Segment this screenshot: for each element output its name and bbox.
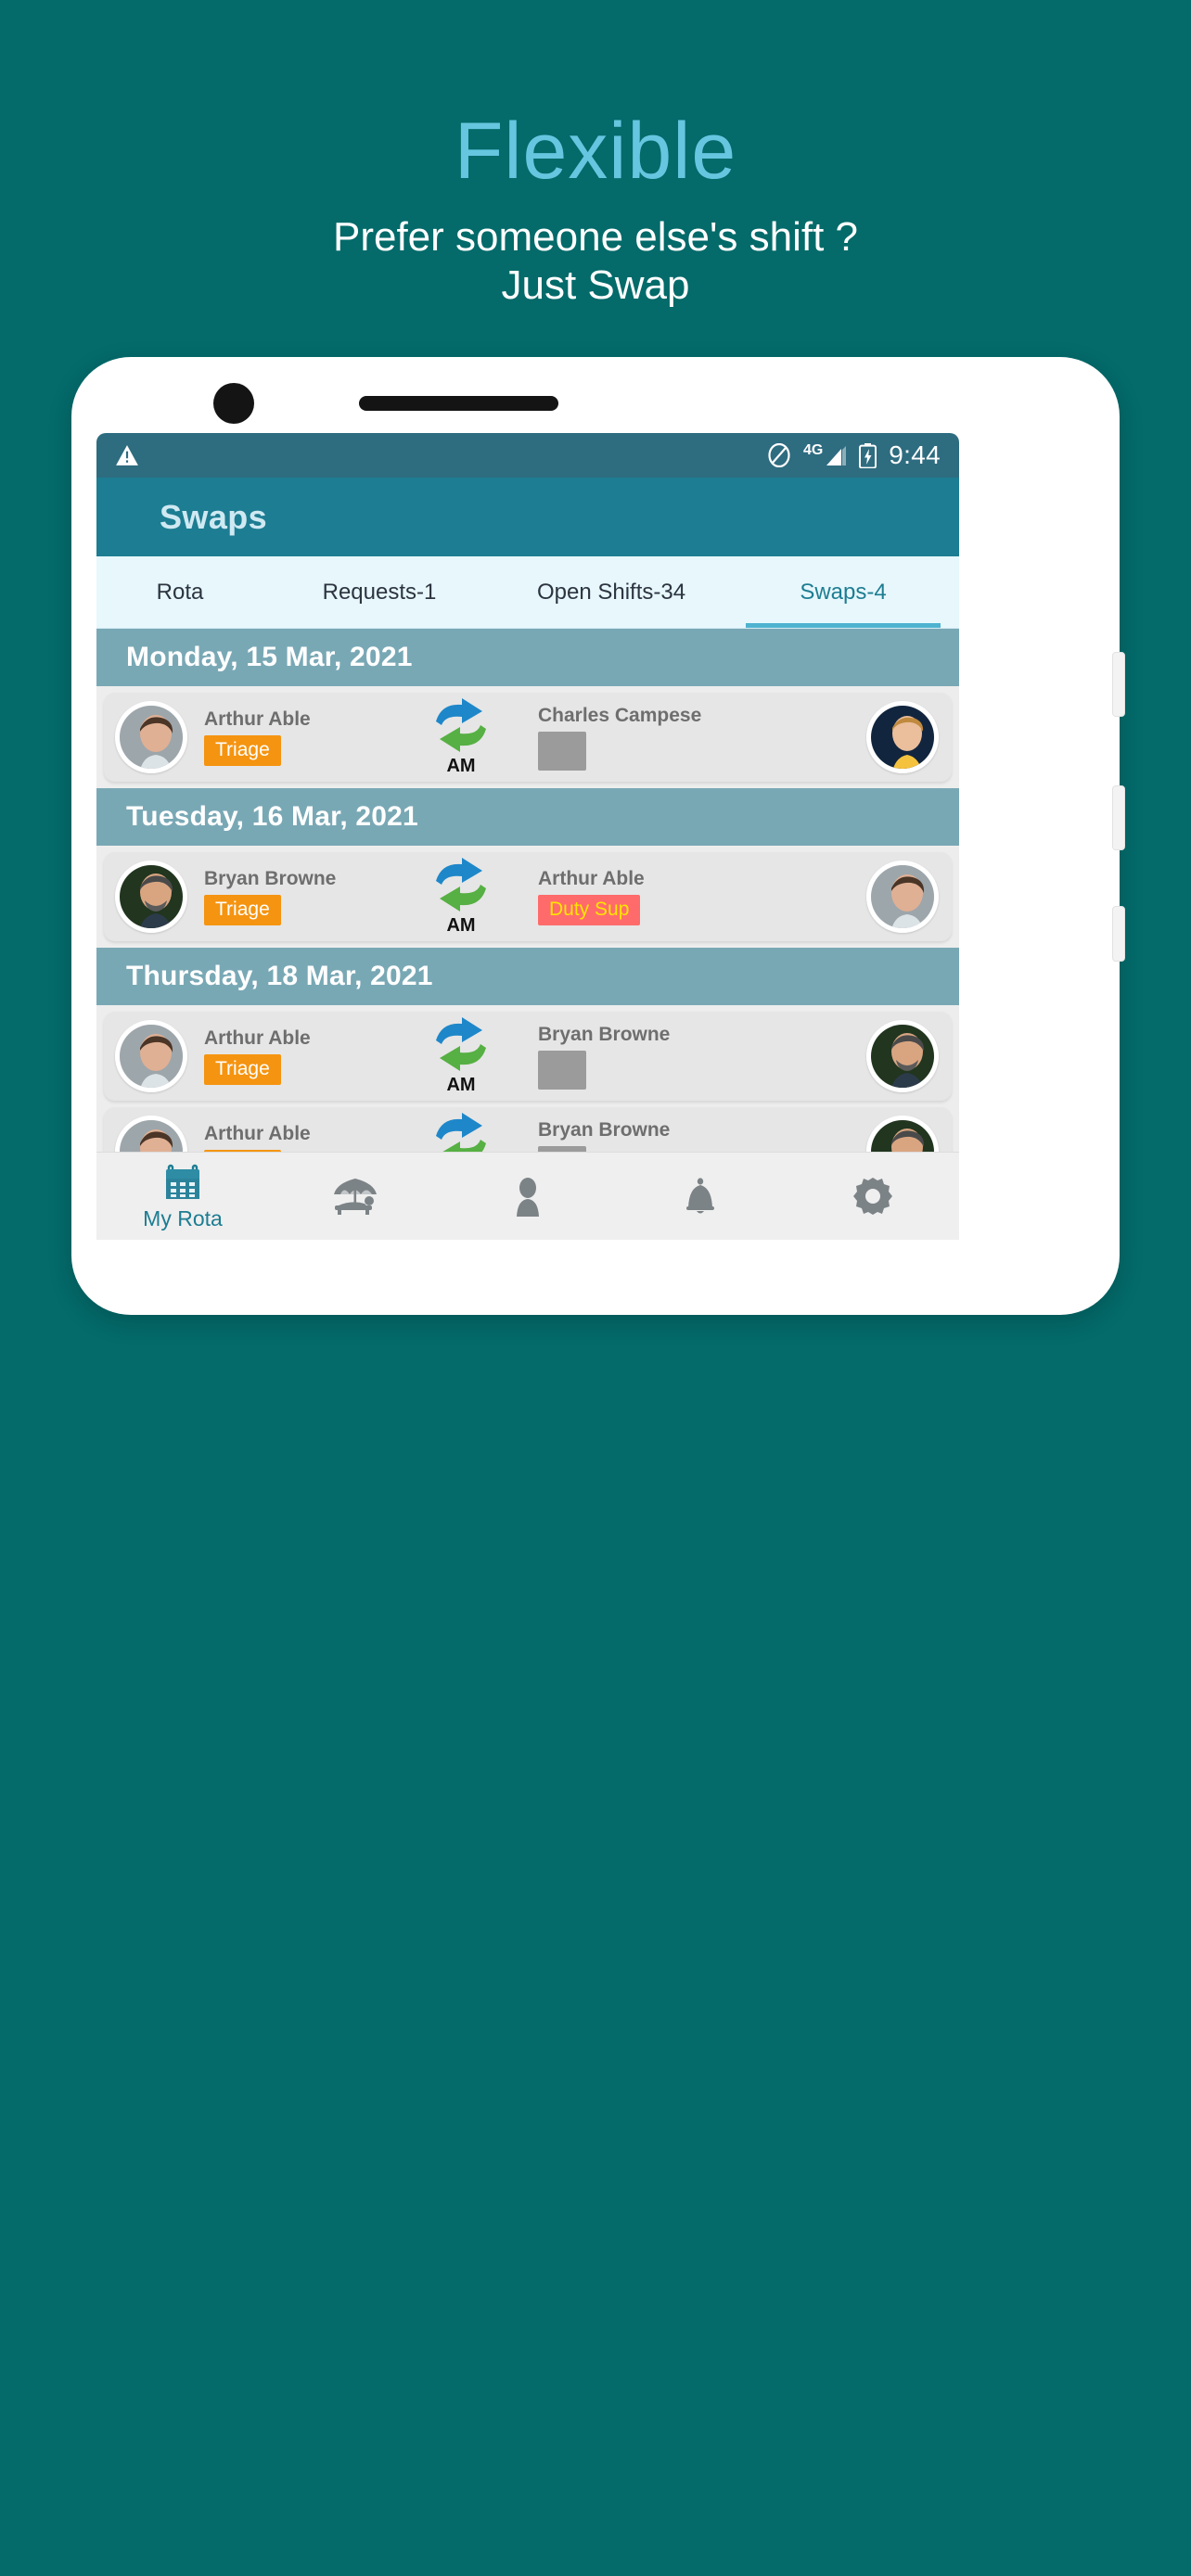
swap-from-person: Bryan Browne Triage — [187, 868, 401, 925]
swap-to-person: Bryan Browne — [521, 1024, 735, 1090]
device-side-button-volume-up[interactable] — [1112, 652, 1125, 717]
avatar — [115, 1020, 187, 1092]
nav-item-leave[interactable] — [269, 1176, 442, 1217]
swap-indicator: AM — [401, 1016, 521, 1096]
nav-item-my-rota-label: My Rota — [143, 1206, 223, 1231]
warning-triangle-icon — [116, 445, 138, 465]
date-header: Thursday, 18 Mar, 2021 — [96, 948, 959, 1005]
avatar — [866, 701, 939, 773]
shift-badge: Triage — [204, 735, 281, 766]
date-header: Tuesday, 16 Mar, 2021 — [96, 788, 959, 846]
tab-requests[interactable]: Requests-1 — [263, 556, 495, 628]
promo-subtitle-line1: Prefer someone else's shift ? — [332, 214, 858, 261]
status-bar: 4G 9:44 — [96, 433, 959, 478]
app-bar-title: Swaps — [160, 497, 268, 536]
network-signal: 4G — [803, 443, 847, 467]
beach-umbrella-icon — [334, 1179, 377, 1215]
shift-period-label: AM — [446, 915, 476, 936]
table-row[interactable]: Arthur Able Triage AM Charles Campese — [104, 693, 952, 782]
shift-badge: Triage — [204, 895, 281, 925]
table-row[interactable]: Arthur Able Triage AM Bryan Browne — [104, 1012, 952, 1101]
status-bar-left — [115, 444, 767, 466]
shift-badge — [538, 1050, 586, 1090]
shift-period-label: AM — [446, 1075, 476, 1095]
tab-open-shifts[interactable]: Open Shifts-34 — [495, 556, 727, 628]
device-side-button-volume-down[interactable] — [1112, 785, 1125, 850]
gear-icon — [853, 1178, 892, 1215]
phone-top-bezel — [71, 357, 1120, 433]
swaps-list: Monday, 15 Mar, 2021 Arthur Able Triage … — [96, 629, 959, 1196]
avatar — [866, 861, 939, 933]
person-name: Charles Campese — [538, 704, 702, 726]
promo-subtitle: Prefer someone else's shift ? Just Swap — [0, 213, 1191, 310]
person-name: Arthur Able — [204, 1027, 311, 1050]
person-name: Bryan Browne — [538, 1118, 671, 1141]
nav-item-notifications[interactable] — [614, 1176, 787, 1217]
avatar — [115, 861, 187, 933]
tab-bar[interactable]: Rota Requests-1 Open Shifts-34 Swaps-4 — [96, 556, 959, 629]
person-icon — [517, 1178, 539, 1217]
nav-item-my-rota[interactable]: My Rota — [96, 1161, 269, 1231]
shift-badge: Duty Sup — [538, 895, 641, 925]
swap-arrows-icon — [436, 698, 486, 752]
status-bar-clock: 9:44 — [889, 440, 941, 469]
battery-charging-icon — [859, 442, 877, 468]
shift-period-label: AM — [446, 756, 476, 776]
promo-subtitle-line2: Just Swap — [501, 262, 690, 309]
tab-rota[interactable]: Rota — [96, 556, 263, 628]
front-camera-icon — [213, 383, 254, 424]
promo-title: Flexible — [454, 107, 737, 196]
app-bar: Swaps — [96, 478, 959, 556]
person-name: Arthur Able — [538, 868, 645, 890]
date-header: Monday, 15 Mar, 2021 — [96, 629, 959, 686]
signal-bars-icon — [826, 446, 847, 465]
tab-swaps-label: Swaps-4 — [800, 579, 887, 605]
status-bar-right: 4G 9:44 — [767, 440, 941, 470]
swap-from-person: Arthur Able Triage — [187, 1027, 401, 1085]
tab-rota-label: Rota — [156, 579, 204, 605]
tab-swaps[interactable]: Swaps-4 — [727, 556, 959, 628]
person-name: Arthur Able — [204, 1123, 311, 1145]
earpiece-speaker — [359, 396, 558, 411]
tab-open-shifts-label: Open Shifts-34 — [536, 579, 686, 605]
bottom-navigation[interactable]: My Rota — [96, 1152, 959, 1240]
nav-item-profile[interactable] — [442, 1176, 614, 1217]
phone-screen: 4G 9:44 Swaps Rota Requests-1 Open Shift… — [96, 433, 959, 1240]
swap-indicator: AM — [401, 857, 521, 937]
person-name: Bryan Browne — [538, 1023, 671, 1045]
bell-icon — [686, 1178, 714, 1214]
do-not-disturb-icon — [768, 443, 790, 467]
swap-to-person: Arthur Able Duty Sup — [521, 868, 735, 925]
person-name: Bryan Browne — [204, 868, 337, 890]
table-row[interactable]: Bryan Browne Triage AM Arthur Able Duty … — [104, 852, 952, 941]
shift-badge: Triage — [204, 1054, 281, 1085]
swap-from-person: Arthur Able Triage — [187, 708, 401, 766]
device-side-button-power[interactable] — [1112, 906, 1125, 962]
swap-to-person: Charles Campese — [521, 705, 735, 771]
shift-badge — [538, 731, 586, 771]
swap-arrows-icon — [436, 1017, 486, 1071]
network-type-label: 4G — [802, 442, 824, 458]
tab-requests-label: Requests-1 — [322, 579, 437, 605]
phone-mockup: 4G 9:44 Swaps Rota Requests-1 Open Shift… — [71, 357, 1125, 1315]
swap-arrows-icon — [436, 858, 486, 912]
avatar — [115, 701, 187, 773]
promo-header: Flexible Prefer someone else's shift ? J… — [0, 0, 1191, 310]
nav-item-settings[interactable] — [787, 1176, 959, 1217]
person-name: Arthur Able — [204, 708, 311, 731]
swap-indicator: AM — [401, 697, 521, 777]
calendar-icon — [166, 1164, 199, 1199]
avatar — [866, 1020, 939, 1092]
